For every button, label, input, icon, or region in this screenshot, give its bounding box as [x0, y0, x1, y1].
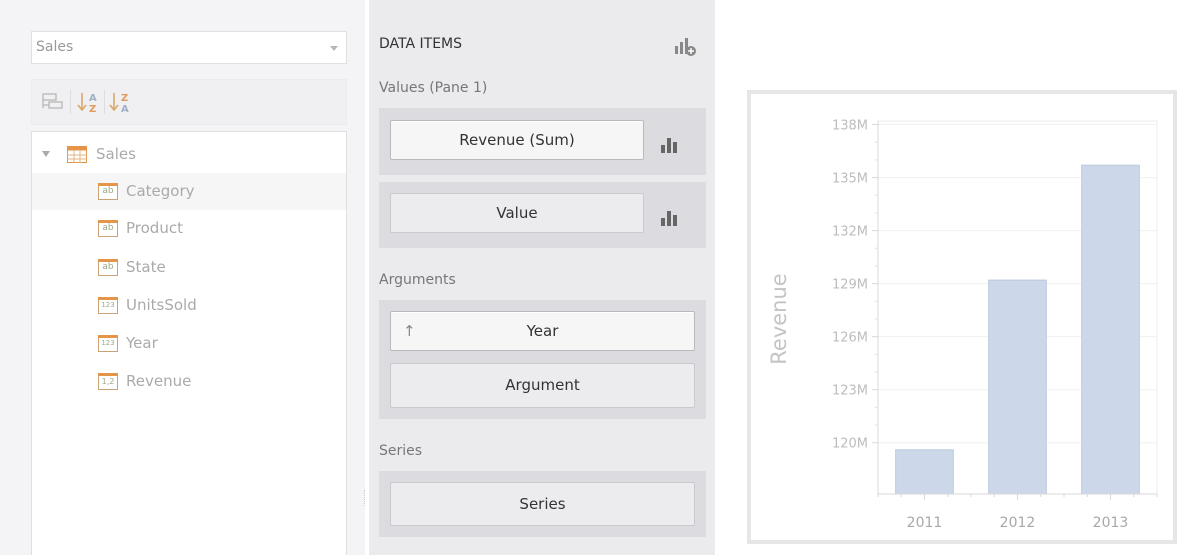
sort-descending-icon[interactable]: Z A: [108, 89, 134, 115]
field-label: Revenue: [126, 372, 192, 390]
field-label: UnitsSold: [126, 296, 197, 314]
decimal-field-icon: 1,2: [98, 373, 118, 390]
y-tick-label: 135M: [832, 172, 868, 187]
sort-ascending-icon[interactable]: ↑: [403, 312, 416, 350]
svg-text:Z: Z: [121, 93, 128, 104]
integer-field-icon: 123: [98, 335, 118, 352]
tree-field-category[interactable]: ab Category: [32, 173, 346, 210]
value-well-empty: Value: [379, 182, 706, 248]
datasource-dropdown[interactable]: Sales: [31, 31, 347, 64]
field-list-panel: Sales A Z Z A Sales ab Category ab Produ…: [0, 0, 365, 555]
tree-field-unitssold[interactable]: 123 UnitsSold: [32, 287, 346, 324]
field-label: Category: [126, 182, 195, 200]
value-well-revenue: Revenue (Sum): [379, 108, 706, 175]
argument-item-year[interactable]: ↑ Year: [390, 311, 695, 351]
sort-ascending-icon[interactable]: A Z: [76, 89, 102, 115]
bar-2013[interactable]: [1081, 164, 1140, 495]
bar-2012[interactable]: [988, 279, 1047, 495]
series-type-bar-icon[interactable]: [661, 135, 679, 157]
integer-field-icon: 123: [98, 297, 118, 314]
field-list-toolbar: A Z Z A: [31, 79, 347, 125]
series-well: Series: [379, 471, 706, 537]
chart-item[interactable]: 120M 123M 126M 129M 132M 135M 138M 2011 2012 201…: [747, 90, 1177, 544]
x-tick-label: 2011: [907, 515, 943, 531]
tree-field-year[interactable]: 123 Year: [32, 325, 346, 362]
tree-field-state[interactable]: ab State: [32, 249, 346, 286]
svg-text:A: A: [121, 104, 129, 115]
dashboard-canvas: 120M 123M 126M 129M 132M 135M 138M 2011 2012 201…: [715, 0, 1178, 555]
group-by-type-icon[interactable]: [40, 89, 66, 115]
bar-2011[interactable]: [895, 449, 954, 495]
values-section-label: Values (Pane 1): [379, 80, 488, 96]
string-field-icon: ab: [98, 183, 118, 200]
table-icon: [67, 146, 87, 167]
splitter-handle[interactable]: [364, 490, 367, 506]
field-label: Year: [126, 334, 158, 352]
arguments-well: ↑ Year Argument: [379, 300, 706, 419]
x-tick-label: 2012: [1000, 515, 1036, 531]
tree-field-product[interactable]: ab Product: [32, 210, 346, 247]
series-section-label: Series: [379, 443, 423, 459]
series-type-bar-icon[interactable]: [661, 208, 679, 230]
y-axis-title: Revenue: [767, 273, 791, 364]
field-tree: Sales ab Category ab Product ab State 12…: [31, 131, 347, 555]
data-items-title: DATA ITEMS: [379, 36, 463, 52]
value-item-revenue[interactable]: Revenue (Sum): [390, 120, 644, 160]
bar-chart: 120M 123M 126M 129M 132M 135M 138M 2011 2012 201…: [767, 119, 1158, 531]
argument-placeholder[interactable]: Argument: [390, 363, 695, 408]
chevron-down-icon: [330, 46, 338, 51]
x-tick-label: 2013: [1093, 515, 1129, 531]
field-label: Product: [126, 219, 183, 237]
expand-toggle-icon[interactable]: [42, 151, 50, 157]
tree-node-label: Sales: [96, 145, 136, 163]
field-label: State: [126, 258, 166, 276]
y-tick-label: 120M: [832, 437, 868, 452]
svg-text:A: A: [89, 93, 97, 104]
y-tick-label: 132M: [832, 225, 868, 240]
add-pane-icon[interactable]: [674, 36, 698, 62]
series-placeholder[interactable]: Series: [390, 482, 695, 526]
datasource-dropdown-value: Sales: [36, 39, 74, 55]
y-tick-label: 126M: [832, 331, 868, 346]
toolbar-separator: [70, 90, 71, 114]
toolbar-separator: [104, 90, 105, 114]
tree-node-sales[interactable]: Sales: [32, 136, 346, 173]
y-tick-label: 123M: [832, 384, 868, 399]
value-placeholder[interactable]: Value: [390, 193, 644, 233]
argument-item-label: Year: [526, 322, 559, 340]
y-tick-label: 129M: [832, 278, 868, 293]
y-tick-label: 138M: [832, 119, 868, 134]
data-items-panel: DATA ITEMS Values (Pane 1) Revenue (Sum)…: [369, 0, 715, 555]
string-field-icon: ab: [98, 259, 118, 276]
string-field-icon: ab: [98, 220, 118, 237]
svg-text:Z: Z: [89, 104, 96, 115]
tree-field-revenue[interactable]: 1,2 Revenue: [32, 363, 346, 400]
arguments-section-label: Arguments: [379, 272, 456, 288]
